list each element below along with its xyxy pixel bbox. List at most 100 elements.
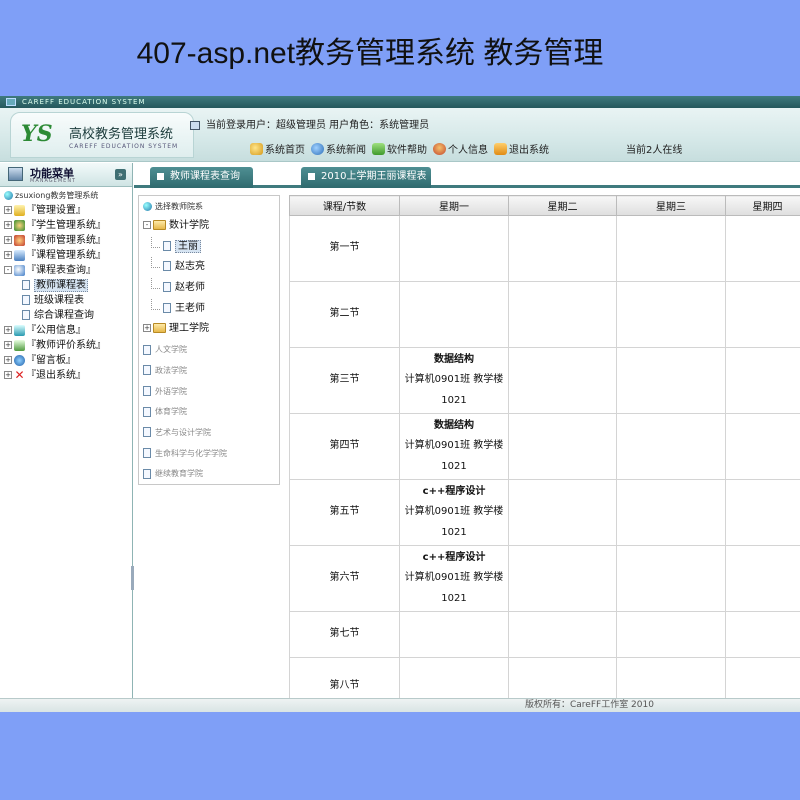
sidebar-subitem-combined-query[interactable]: 综合课程查询	[0, 308, 132, 323]
teacher-icon	[14, 234, 25, 246]
teacher-tree-title-text: 选择教师院系	[155, 202, 203, 211]
expand-icon[interactable]: +	[4, 206, 12, 214]
course-cell[interactable]: 数据结构计算机0901班 教学楼 1021	[399, 347, 509, 414]
teacher-label: 王丽	[175, 239, 201, 253]
column-header: 星期三	[616, 195, 726, 216]
online-count: 当前2人在线	[626, 145, 683, 156]
tree-college-waiyu[interactable]: 外语学院	[139, 382, 279, 403]
schedule-cell	[399, 215, 509, 282]
tree-college-zhengfa[interactable]: 政法学院	[139, 361, 279, 382]
expand-icon[interactable]: +	[4, 326, 12, 334]
document-icon	[163, 261, 171, 272]
search-icon	[14, 264, 25, 276]
college-label: 体育学院	[155, 407, 187, 417]
tree-college-tiyu[interactable]: 体育学院	[139, 402, 279, 423]
tree-college-jixu[interactable]: 继续教育学院	[139, 464, 279, 485]
course-name: 数据结构	[434, 419, 474, 431]
sidebar-root-label: zsuxiong教务管理系统	[15, 191, 99, 200]
nav-logout[interactable]: 退出系统	[494, 141, 549, 156]
top-nav: 系统首页 系统新闻 软件帮助 个人信息 退出系统	[250, 141, 549, 156]
collapse-tree-icon[interactable]: -	[4, 266, 12, 274]
tree-college-ligong[interactable]: + 理工学院	[139, 319, 279, 340]
sidebar-item-students[interactable]: + 『学生管理系统』	[0, 218, 132, 233]
teacher-label: 王老师	[175, 302, 205, 314]
window-titlebar: CAREFF EDUCATION SYSTEM	[0, 96, 800, 108]
sidebar-item-label: 『学生管理系统』	[26, 220, 106, 231]
course-name: 数据结构	[434, 353, 474, 365]
sidebar-menu: + 『管理设置』 + 『学生管理系统』 + 『教师管理系统』 + 『课程管理系统』 - 『…	[0, 203, 132, 383]
sidebar-subitem-label: 综合课程查询	[34, 310, 94, 321]
table-row: 第二节	[289, 281, 800, 348]
course-room: 1021	[441, 394, 467, 406]
tree-teacher-wangli[interactable]: 王丽	[139, 236, 279, 258]
college-label: 生命科学与化学学院	[155, 448, 227, 458]
sidebar-subitem-label: 教师课程表	[34, 279, 88, 292]
schedule-cell	[508, 215, 617, 282]
sidebar-item-message-board[interactable]: + 『留言板』	[0, 353, 132, 368]
course-class-room: 计算机0901班 教学楼	[404, 374, 504, 386]
course-cell[interactable]: c++程序设计 计算机0901班 教学楼 1021	[399, 479, 509, 546]
tree-teacher-wang[interactable]: 王老师	[139, 298, 279, 320]
sidebar-subitem-class-schedule[interactable]: 班级课程表	[0, 293, 132, 308]
document-icon	[143, 448, 151, 459]
sidebar-item-teachers[interactable]: + 『教师管理系统』	[0, 233, 132, 248]
expand-icon[interactable]: +	[4, 341, 12, 349]
nav-profile[interactable]: 个人信息	[433, 141, 488, 156]
expand-icon[interactable]: +	[4, 356, 12, 364]
teacher-label: 赵志亮	[175, 261, 205, 273]
course-name: c++程序设计	[422, 485, 486, 497]
expand-icon[interactable]: +	[143, 324, 151, 333]
table-row: 第一节	[289, 215, 800, 282]
globe-icon	[143, 202, 152, 211]
sidebar-subitem-label: 班级课程表	[34, 295, 84, 306]
course-cell[interactable]: c++程序设计 计算机0901班 教学楼 1021	[399, 545, 509, 612]
table-row: 第七节	[289, 611, 800, 658]
user-info-text: 当前登录用户：超级管理员 用户角色：系统管理员	[206, 120, 430, 131]
collapse-icon[interactable]: »	[115, 169, 126, 180]
period-cell: 第三节	[289, 347, 400, 414]
sidebar-subitem-teacher-schedule[interactable]: 教师课程表	[0, 278, 132, 293]
info-icon	[14, 324, 25, 336]
sidebar-item-public-info[interactable]: + 『公用信息』	[0, 323, 132, 338]
logo-title: 高校教务管理系统	[69, 127, 174, 142]
sidebar-item-logout[interactable]: + ✕『退出系统』	[0, 368, 132, 383]
expand-icon[interactable]: +	[4, 371, 12, 379]
tree-college-renwen[interactable]: 人文学院	[139, 340, 279, 361]
collapse-tree-icon[interactable]: -	[143, 221, 151, 229]
home-icon	[250, 142, 263, 155]
sidebar-root: zsuxiong教务管理系统	[0, 187, 132, 203]
app-window: CAREFF EDUCATION SYSTEM YS 高校教务管理系统 CARE…	[0, 96, 800, 712]
tab-teacher-schedule-query[interactable]: 教师课程表查询	[150, 167, 253, 188]
table-row: 第五节 c++程序设计 计算机0901班 教学楼 1021	[289, 479, 800, 546]
tab-wangli-schedule[interactable]: 2010上学期王丽课程表	[301, 167, 431, 188]
student-icon	[14, 219, 25, 231]
tree-college-shuji[interactable]: - 数计学院	[139, 216, 279, 237]
schedule-header-row: 课程/节数 星期一 星期二 星期三 星期四	[289, 195, 800, 216]
sidebar-item-evaluation[interactable]: + 『教师评价系统』	[0, 338, 132, 353]
tree-college-yishu[interactable]: 艺术与设计学院	[139, 423, 279, 444]
sidebar-item-courses[interactable]: + 『课程管理系统』	[0, 248, 132, 263]
schedule-cell	[399, 281, 509, 348]
course-cell[interactable]: 数据结构 计算机0901班 教学楼 1021	[399, 413, 509, 480]
sidebar-item-schedule-query[interactable]: - 『课程表查询』	[0, 263, 132, 278]
nav-help[interactable]: 软件帮助	[372, 141, 427, 156]
schedule-cell	[725, 545, 800, 612]
page-heading: 407-asp.net教务管理系统 教务管理	[136, 37, 604, 70]
schedule-cell	[725, 347, 800, 414]
expand-icon[interactable]: +	[4, 251, 12, 259]
tree-teacher-zhaozhiliang[interactable]: 赵志亮	[139, 257, 279, 278]
window-title: CAREFF EDUCATION SYSTEM	[22, 98, 146, 106]
tree-college-shengming[interactable]: 生命科学与化学学院	[139, 444, 279, 465]
schedule-cell	[616, 215, 726, 282]
expand-icon[interactable]: +	[4, 221, 12, 229]
schedule-cell	[725, 479, 800, 546]
schedule-cell	[508, 479, 617, 546]
nav-news[interactable]: 系统新闻	[311, 141, 366, 156]
schedule-cell	[725, 281, 800, 348]
nav-home[interactable]: 系统首页	[250, 141, 305, 156]
schedule-cell	[508, 545, 617, 612]
sidebar-item-settings[interactable]: + 『管理设置』	[0, 203, 132, 218]
expand-icon[interactable]: +	[4, 236, 12, 244]
folder-icon	[153, 323, 166, 334]
tree-teacher-zhao[interactable]: 赵老师	[139, 278, 279, 299]
